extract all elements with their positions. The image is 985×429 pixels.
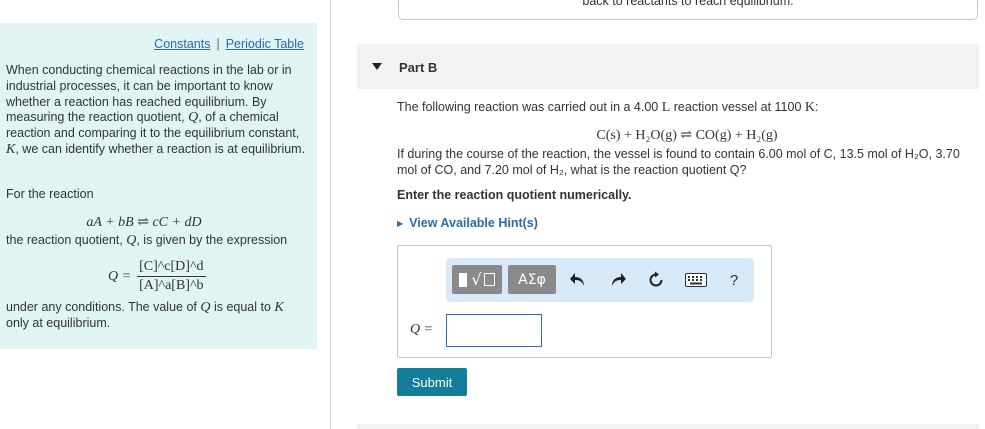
caret-right-icon: ▶ — [397, 219, 404, 228]
for-reaction-text: For the reaction — [6, 187, 94, 201]
answer-instructions: Enter the reaction quotient numerically. — [397, 188, 632, 202]
answer-label: Q = — [410, 322, 434, 337]
q-numerator: [C]^c[D]^d — [137, 259, 206, 277]
resource-links: Constants | Periodic Table — [154, 37, 304, 51]
greek-symbols-button[interactable]: ΑΣφ — [508, 265, 556, 294]
periodic-table-link[interactable]: Periodic Table — [226, 37, 304, 51]
reset-icon[interactable] — [644, 268, 668, 292]
q-lhs: Q = — [108, 268, 132, 284]
redo-icon[interactable] — [606, 268, 630, 292]
next-part-header-edge — [357, 424, 979, 429]
intro-panel: Constants | Periodic Table When conducting… — [0, 23, 317, 349]
undo-icon[interactable] — [566, 268, 590, 292]
reaction-equation: C(s) + H₂O(g) ⇌ CO(g) + H₂(g) — [596, 128, 778, 143]
reaction-statement: The following reaction was carried out i… — [397, 100, 819, 115]
reaction-quotient-expression: Q = [C]^c[D]^d [A]^a[B]^b — [108, 259, 206, 294]
collapse-arrow-icon[interactable] — [372, 63, 382, 70]
equilibrium-condition-text: under any conditions. The value of Q is … — [6, 300, 284, 330]
intro-paragraph: When conducting chemical reactions in th… — [6, 63, 306, 157]
submit-button[interactable]: Submit — [397, 368, 467, 396]
template-icon — [459, 272, 468, 287]
q-denominator: [A]^a[B]^b — [139, 278, 204, 293]
view-hints-link[interactable]: ▶ View Available Hint(s) — [397, 216, 538, 230]
answer-input[interactable] — [446, 314, 542, 347]
part-b-header[interactable]: Part B — [357, 44, 979, 89]
general-reaction-equation: aA + bB ⇌ cC + dD — [86, 215, 202, 230]
given-by-text: the reaction quotient, Q, is given by th… — [6, 233, 288, 248]
q-fraction: [C]^c[D]^d [A]^a[B]^b — [137, 259, 206, 294]
keyboard-icon[interactable] — [684, 268, 708, 292]
constants-link[interactable]: Constants — [154, 37, 210, 51]
panel-divider — [330, 0, 331, 429]
math-toolbar: √ ΑΣφ ? — [446, 258, 754, 302]
link-separator: | — [216, 37, 220, 51]
answer-panel: √ ΑΣφ ? Q = — [397, 245, 772, 358]
help-icon[interactable]: ? — [722, 268, 746, 292]
part-b-title: Part B — [399, 60, 438, 75]
question-text: If during the course of the reaction, th… — [397, 147, 960, 177]
templates-button[interactable]: √ — [452, 265, 502, 294]
previous-part-feedback: back to reactants to reach equilibrium. — [398, 0, 978, 20]
